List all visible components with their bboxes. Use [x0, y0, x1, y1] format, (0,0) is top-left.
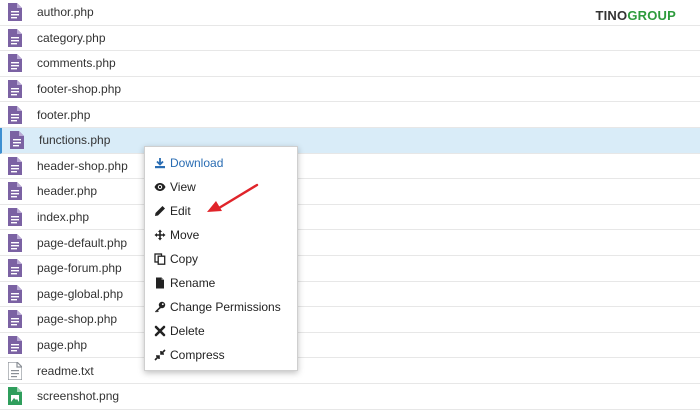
file-name: page-default.php	[37, 235, 128, 250]
php-file-icon	[8, 336, 22, 355]
file-list: author.php category.php comments.php foo…	[0, 0, 700, 410]
php-file-icon	[8, 182, 22, 201]
close-icon	[154, 325, 166, 337]
file-row[interactable]: header.php	[0, 179, 700, 205]
php-file-icon	[8, 156, 22, 175]
image-file-icon	[8, 387, 22, 406]
file-row[interactable]: footer-shop.php	[0, 77, 700, 103]
file-row[interactable]: index.php	[0, 205, 700, 231]
file-name: header-shop.php	[37, 158, 128, 173]
file-row[interactable]: page-forum.php	[0, 256, 700, 282]
php-file-icon	[8, 54, 22, 73]
file-row[interactable]: comments.php	[0, 51, 700, 77]
php-file-icon	[8, 310, 22, 329]
move-icon	[154, 229, 166, 241]
file-row-selected[interactable]: functions.php	[0, 127, 700, 154]
menu-item-label: Rename	[170, 276, 216, 290]
brand-logo-part2: GROUP	[627, 8, 676, 23]
annotation-arrow	[207, 183, 259, 212]
context-menu: Download View Edit Move Copy Rename Chan…	[144, 146, 298, 371]
menu-item-delete[interactable]: Delete	[145, 319, 297, 343]
menu-item-download[interactable]: Download	[145, 151, 297, 175]
menu-item-label: Delete	[170, 324, 205, 338]
brand-logo-part1: TINO	[595, 8, 628, 23]
file-row[interactable]: page-default.php	[0, 230, 700, 256]
file-name: page-forum.php	[37, 261, 122, 276]
menu-item-copy[interactable]: Copy	[145, 247, 297, 271]
file-name: footer-shop.php	[37, 82, 122, 97]
key-icon	[155, 301, 166, 313]
file-row[interactable]: screenshot.png	[0, 384, 700, 410]
menu-item-label: View	[170, 180, 196, 194]
file-row[interactable]: header-shop.php	[0, 154, 700, 180]
file-name: page.php	[37, 338, 88, 353]
file-name: comments.php	[37, 56, 116, 71]
file-name: footer.php	[37, 107, 91, 122]
file-name: screenshot.png	[37, 389, 120, 404]
text-file-icon	[8, 361, 22, 380]
file-row[interactable]: category.php	[0, 26, 700, 52]
menu-item-label: Copy	[170, 252, 199, 266]
menu-item-label: Compress	[170, 348, 225, 362]
eye-icon	[154, 183, 166, 191]
php-file-icon	[8, 233, 22, 252]
file-row[interactable]: footer.php	[0, 102, 700, 128]
file-name: author.php	[37, 5, 94, 20]
file-row[interactable]: page.php	[0, 333, 700, 359]
file-name: index.php	[37, 210, 90, 225]
php-file-icon	[8, 208, 22, 227]
menu-item-rename[interactable]: Rename	[145, 271, 297, 295]
file-name: page-global.php	[37, 286, 124, 301]
pencil-icon	[155, 206, 165, 216]
php-file-icon	[8, 105, 22, 124]
file-name: readme.txt	[37, 363, 94, 378]
file-name: header.php	[37, 184, 98, 199]
compress-icon	[154, 349, 166, 361]
menu-item-label: Change Permissions	[170, 300, 281, 314]
file-row[interactable]: page-global.php	[0, 282, 700, 308]
file-name: page-shop.php	[37, 312, 118, 327]
php-file-icon	[8, 284, 22, 303]
menu-item-move[interactable]: Move	[145, 223, 297, 247]
php-file-icon	[8, 80, 22, 99]
php-file-icon	[8, 259, 22, 278]
file-name: category.php	[37, 30, 106, 45]
php-file-icon	[8, 28, 22, 47]
menu-item-compress[interactable]: Compress	[145, 343, 297, 367]
menu-item-label: Move	[170, 228, 200, 242]
download-icon	[155, 158, 165, 169]
php-file-icon	[8, 3, 22, 22]
menu-item-change-permissions[interactable]: Change Permissions	[145, 295, 297, 319]
file-row[interactable]: readme.txt	[0, 358, 700, 384]
file-row[interactable]: page-shop.php	[0, 307, 700, 333]
php-file-icon	[10, 131, 24, 150]
copy-icon	[154, 253, 166, 265]
brand-logo: TINOGROUP	[595, 8, 676, 23]
menu-item-label: Download	[170, 156, 224, 170]
file-name: functions.php	[39, 133, 111, 148]
file-icon	[156, 277, 164, 289]
menu-item-label: Edit	[170, 204, 191, 218]
